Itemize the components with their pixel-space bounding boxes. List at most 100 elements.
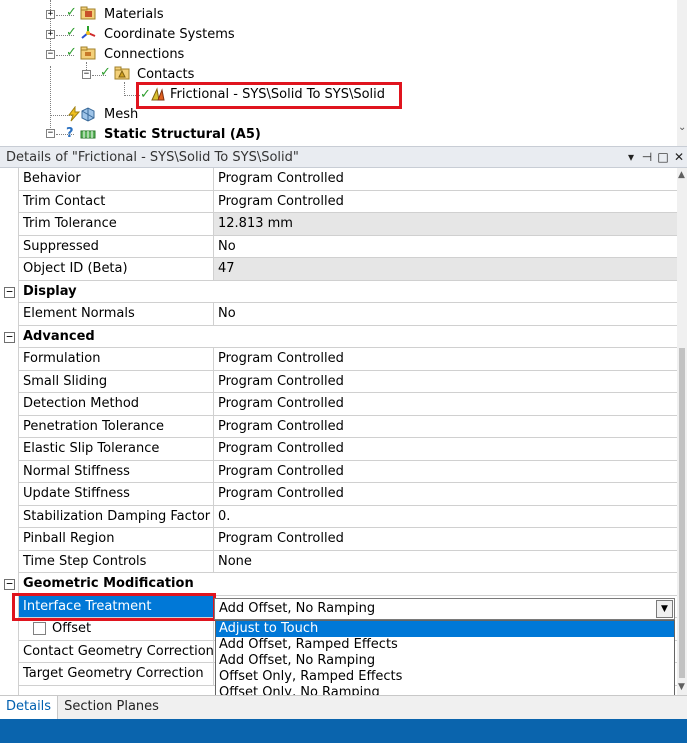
dropdown-option[interactable]: Adjust to Touch [216, 621, 674, 637]
offset-checkbox[interactable] [33, 622, 46, 635]
property-group-row[interactable]: − Advanced [0, 325, 677, 348]
details-scrollbar[interactable]: ▲ ▼ [677, 168, 687, 695]
contacts-folder-icon [114, 66, 130, 80]
materials-folder-icon [80, 6, 96, 20]
property-name[interactable]: Trim Contact [18, 190, 214, 213]
collapse-connections-icon[interactable]: − [46, 50, 55, 59]
row-gutter [0, 235, 18, 258]
property-value[interactable]: Program Controlled [214, 528, 677, 551]
pin-icon[interactable]: ⊣ [639, 150, 655, 164]
property-row[interactable]: Small Sliding Program Controlled [0, 370, 677, 393]
row-gutter [0, 415, 18, 438]
dropdown-option[interactable]: Add Offset, No Ramping [216, 653, 674, 669]
property-name-label: Offset [52, 621, 92, 636]
expand-materials-icon[interactable]: + [46, 10, 55, 19]
property-name[interactable]: Pinball Region [18, 528, 214, 551]
maximize-icon[interactable]: □ [655, 150, 671, 164]
scrollbar-thumb[interactable] [679, 348, 685, 678]
property-value[interactable]: None [214, 551, 677, 573]
property-row[interactable]: Elastic Slip Tolerance Program Controlled [0, 438, 677, 461]
dropdown-option[interactable]: Add Offset, Ramped Effects [216, 637, 674, 653]
property-name[interactable]: Contact Geometry Correction [18, 640, 214, 663]
property-row[interactable]: Normal Stiffness Program Controlled [0, 460, 677, 483]
row-gutter [0, 460, 18, 483]
tree-item-static-structural[interactable]: Static Structural (A5) [102, 125, 263, 145]
dropdown-arrow-icon[interactable]: ▼ [656, 600, 673, 618]
property-row[interactable]: Stabilization Damping Factor 0. [0, 505, 677, 528]
property-row[interactable]: Update Stiffness Program Controlled [0, 483, 677, 506]
collapse-group-icon[interactable]: − [4, 286, 15, 298]
collapse-contacts-icon[interactable]: − [82, 70, 91, 79]
property-group-label: Display [18, 280, 677, 303]
property-value[interactable]: Program Controlled [214, 461, 677, 483]
property-row[interactable]: Element Normals No [0, 303, 677, 326]
property-name[interactable]: Stabilization Damping Factor [18, 505, 214, 528]
property-name[interactable]: Element Normals [18, 303, 214, 326]
collapse-group-icon[interactable]: − [4, 578, 15, 590]
property-name[interactable]: Target Geometry Correction [18, 663, 214, 686]
property-row[interactable]: Trim Tolerance 12.813 mm [0, 213, 677, 236]
property-value[interactable]: Program Controlled [214, 393, 677, 416]
close-icon[interactable]: ✕ [671, 150, 687, 164]
scroll-up-icon[interactable]: ▲ [678, 170, 685, 180]
property-row[interactable]: Detection Method Program Controlled [0, 393, 677, 416]
row-gutter [0, 438, 18, 461]
property-value: 47 [214, 258, 677, 281]
expand-coordinate-systems-icon[interactable]: + [46, 30, 55, 39]
interface-treatment-dropdown[interactable]: Add Offset, No Ramping ▼ [214, 598, 675, 620]
tree-item-coordinate-systems[interactable]: Coordinate Systems [102, 25, 237, 45]
property-value[interactable]: Program Controlled [214, 483, 677, 506]
scroll-down-icon[interactable]: ⌄ [678, 122, 686, 133]
property-value[interactable]: Program Controlled [214, 191, 677, 213]
property-name[interactable]: Formulation [18, 348, 214, 371]
property-name[interactable]: Elastic Slip Tolerance [18, 438, 214, 461]
property-value[interactable]: 0. [214, 506, 677, 528]
tree-item-connections[interactable]: Connections [102, 45, 186, 65]
property-value[interactable]: Program Controlled [214, 168, 677, 191]
property-row[interactable]: Object ID (Beta) 47 [0, 258, 677, 281]
property-value[interactable]: Program Controlled [214, 348, 677, 371]
property-value[interactable]: No [214, 303, 677, 326]
property-value[interactable]: No [214, 236, 677, 258]
scroll-down-icon[interactable]: ▼ [678, 682, 685, 692]
property-value[interactable]: Program Controlled [214, 371, 677, 393]
property-group-row[interactable]: − Display [0, 280, 677, 303]
property-name[interactable]: Small Sliding [18, 370, 214, 393]
property-name[interactable]: Update Stiffness [18, 483, 214, 506]
tree-item-materials[interactable]: Materials [102, 5, 166, 25]
property-name[interactable]: Normal Stiffness [18, 460, 214, 483]
property-name[interactable]: Trim Tolerance [18, 213, 214, 236]
tab-section-planes[interactable]: Section Planes [58, 696, 165, 719]
property-value[interactable]: Program Controlled [214, 438, 677, 461]
property-row[interactable]: Formulation Program Controlled [0, 348, 677, 371]
tree-item-mesh[interactable]: Mesh [102, 105, 140, 125]
property-name[interactable]: Suppressed [18, 235, 214, 258]
property-row[interactable]: Pinball Region Program Controlled [0, 528, 677, 551]
annotation-highlight-box [12, 592, 216, 621]
property-name[interactable]: Penetration Tolerance [18, 415, 214, 438]
property-row[interactable]: Behavior Program Controlled [0, 168, 677, 191]
property-row[interactable]: Trim Contact Program Controlled [0, 190, 677, 213]
property-name[interactable]: Behavior [18, 168, 214, 191]
property-value[interactable]: Program Controlled [214, 416, 677, 438]
panel-menu-icon[interactable]: ▾ [623, 150, 639, 164]
property-row[interactable]: Penetration Tolerance Program Controlled [0, 415, 677, 438]
annotation-highlight-box [136, 82, 402, 109]
property-row[interactable]: Suppressed No [0, 235, 677, 258]
property-name[interactable]: Object ID (Beta) [18, 258, 214, 281]
row-gutter [0, 393, 18, 416]
property-name[interactable]: Time Step Controls [18, 550, 214, 573]
property-row[interactable]: Time Step Controls None [0, 550, 677, 573]
dropdown-option[interactable]: Offset Only, Ramped Effects [216, 669, 674, 685]
property-name[interactable]: Offset [18, 618, 214, 641]
question-status-icon: ? [66, 126, 74, 141]
property-name[interactable]: Detection Method [18, 393, 214, 416]
collapse-group-icon[interactable]: − [4, 331, 15, 343]
collapse-static-structural-icon[interactable]: − [46, 129, 55, 138]
tab-details[interactable]: Details [0, 696, 59, 719]
row-gutter [0, 640, 18, 663]
row-gutter [0, 618, 18, 641]
status-check-icon: ✓ [100, 65, 111, 80]
property-value: 12.813 mm [214, 213, 677, 236]
tree-scrollbar[interactable]: ⌄ [677, 0, 687, 146]
